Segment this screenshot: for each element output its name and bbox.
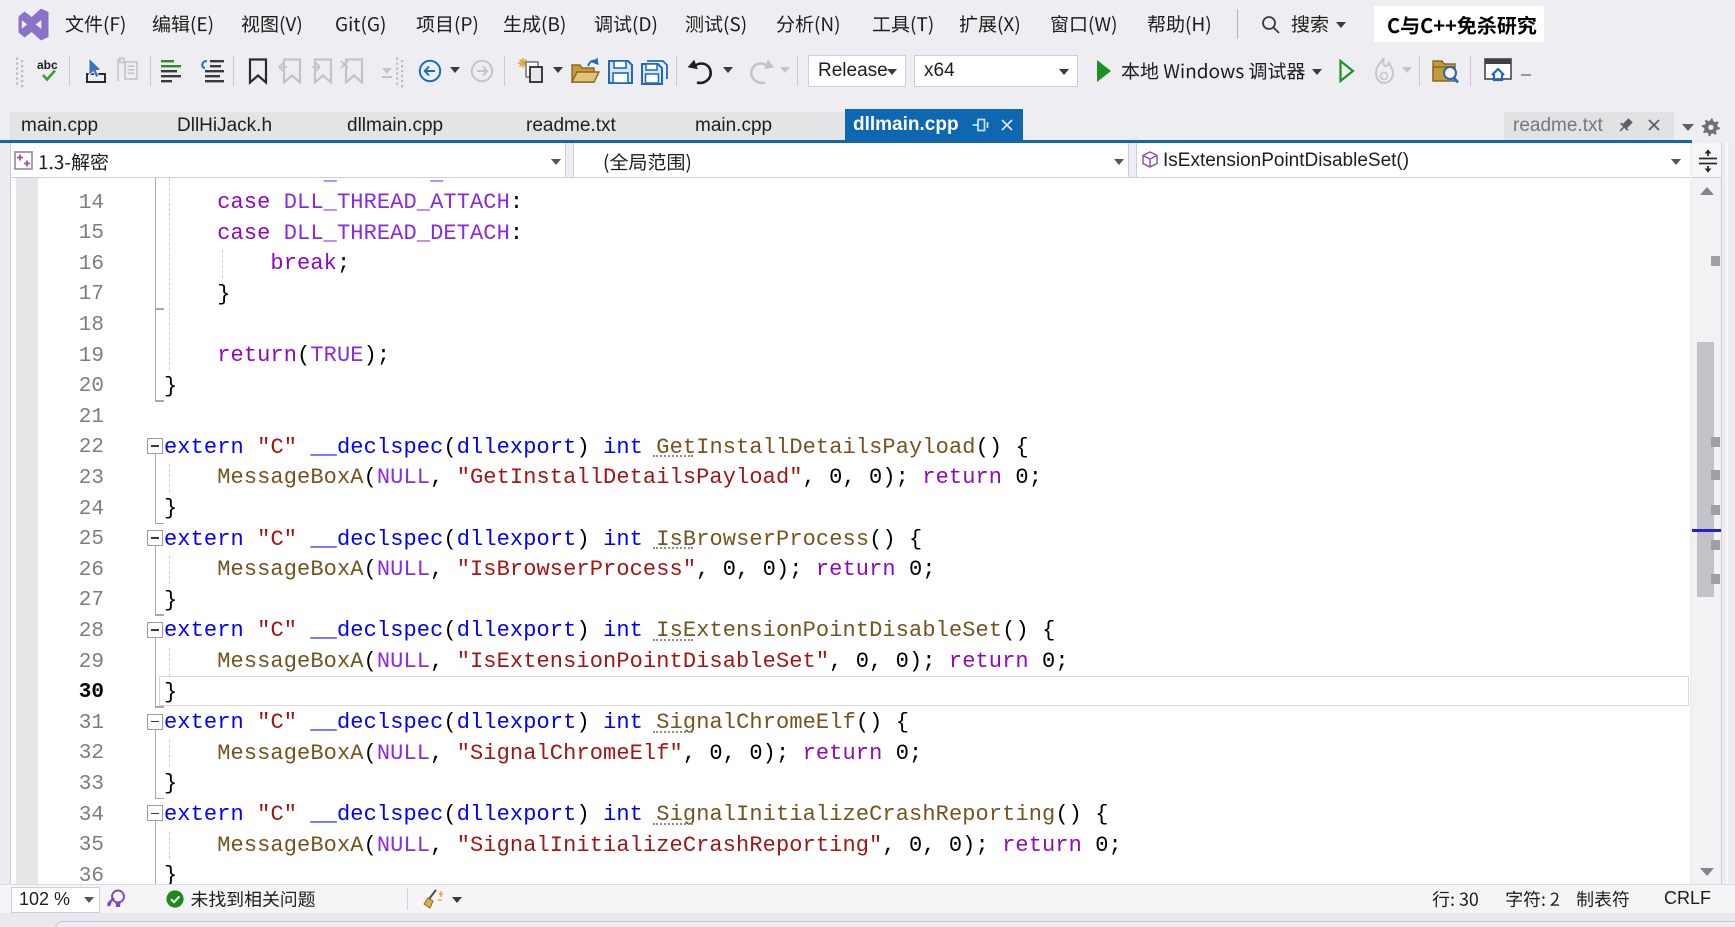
svg-text:abc: abc — [37, 58, 58, 72]
